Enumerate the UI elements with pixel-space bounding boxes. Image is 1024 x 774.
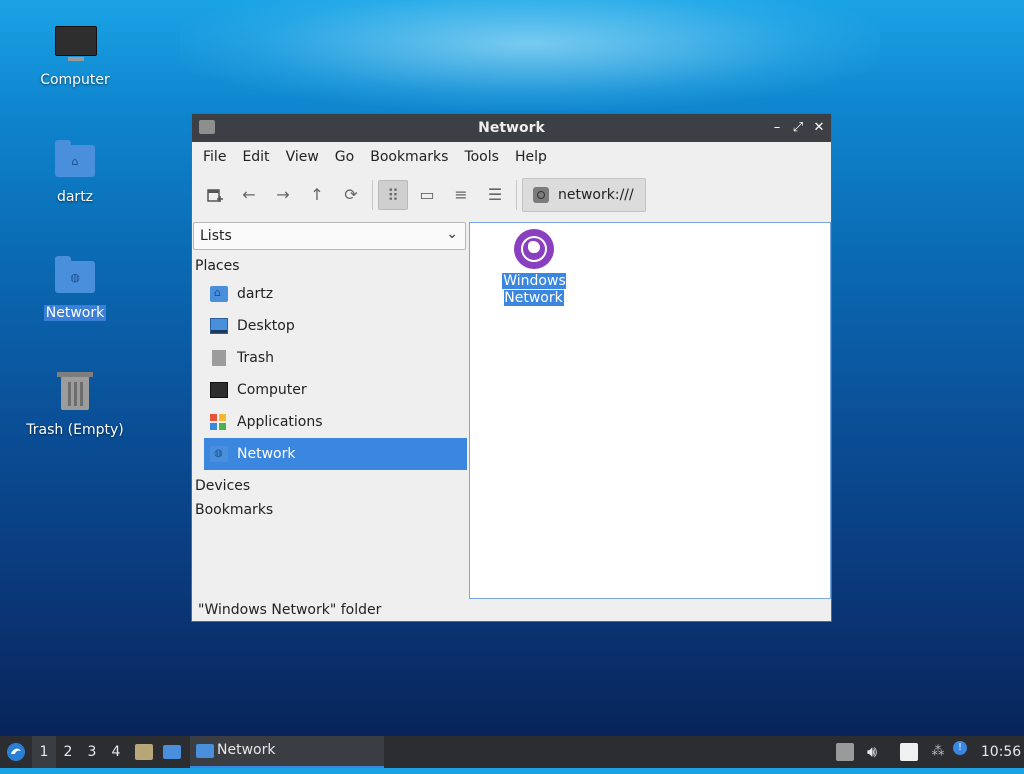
file-item[interactable]: Windows Network (501, 229, 567, 307)
taskbar-window-network[interactable]: Network (190, 736, 384, 768)
file-item-label: Windows Network (502, 273, 566, 306)
computer-icon (53, 22, 97, 66)
place-item-network[interactable]: Network (204, 438, 467, 470)
path-button[interactable]: network:/// (522, 178, 646, 212)
volume-icon[interactable]: 🔊︎ (860, 736, 884, 768)
desktop-2-button[interactable]: 2 (56, 736, 80, 768)
menu-help[interactable]: Help (507, 149, 555, 165)
home-folder-icon: ⌂ (53, 139, 97, 183)
new-tab-icon (207, 189, 223, 202)
place-label: dartz (237, 286, 274, 302)
window-titlebar[interactable]: Network – ⤢ ✕ (192, 114, 831, 142)
detailed-view-button[interactable]: ☰ (480, 180, 510, 210)
side-pane-mode-select[interactable]: Lists ⌄ (193, 222, 466, 250)
reload-button[interactable]: ⟳ (336, 180, 366, 210)
menu-go[interactable]: Go (327, 149, 362, 165)
clock[interactable]: 10:56 (980, 736, 1022, 768)
side-pane: Places dartz Desktop Trash Computer Appl… (192, 254, 468, 522)
place-item-computer[interactable]: Computer (204, 374, 467, 406)
file-manager-window: Network – ⤢ ✕ File Edit View Go Bookmark… (191, 113, 832, 622)
desktop-icon-home[interactable]: ⌂ dartz (20, 139, 130, 205)
up-button[interactable]: ↑ (302, 180, 332, 210)
trash-icon (212, 350, 226, 366)
compact-view-button[interactable]: ≡ (446, 180, 476, 210)
notification-icon[interactable]: ! (953, 741, 967, 755)
menu-tools[interactable]: Tools (456, 149, 507, 165)
network-folder-icon (210, 446, 228, 462)
menu-bar: File Edit View Go Bookmarks Tools Help (192, 142, 831, 172)
desktop-icon-label: Network (43, 305, 107, 321)
section-bookmarks[interactable]: Bookmarks (192, 498, 468, 522)
desktop-1-button[interactable]: 1 (32, 736, 56, 768)
menu-view[interactable]: View (278, 149, 327, 165)
folder-icon (196, 744, 214, 758)
maximize-button[interactable]: ⤢ (789, 119, 807, 137)
back-button[interactable]: ← (234, 180, 264, 210)
place-item-applications[interactable]: Applications (204, 406, 467, 438)
desktop-icon-trash[interactable]: Trash (Empty) (20, 372, 130, 438)
forward-button[interactable]: → (268, 180, 298, 210)
network-folder-icon: ◍ (53, 255, 97, 299)
trash-icon (53, 372, 97, 416)
place-label: Network (237, 446, 296, 462)
place-label: Desktop (237, 318, 295, 334)
wallpaper-light (180, 0, 880, 110)
applications-icon (210, 414, 228, 430)
lxqt-logo-icon (7, 743, 25, 761)
window-title: Network (478, 120, 545, 136)
place-label: Computer (237, 382, 307, 398)
globe-icon (514, 229, 554, 269)
new-tab-button[interactable] (200, 180, 230, 210)
file-manager-icon (135, 744, 153, 760)
status-bar-text: "Windows Network" folder (198, 602, 382, 618)
desktop-icon-label: Trash (Empty) (26, 422, 124, 438)
path-text: network:/// (558, 187, 634, 203)
section-places[interactable]: Places (192, 254, 468, 278)
section-devices[interactable]: Devices (192, 474, 468, 498)
taskbar: 1 2 3 4 Network 🔊︎ ⁂ ! 10:56 (0, 736, 1024, 768)
desktop-3-button[interactable]: 3 (80, 736, 104, 768)
folder-view[interactable]: Windows Network (469, 222, 831, 599)
desktop-icon-computer[interactable]: Computer (20, 22, 130, 88)
minimize-button[interactable]: – (768, 119, 786, 137)
thumbnail-view-button[interactable]: ▭ (412, 180, 442, 210)
show-desktop-button[interactable] (160, 736, 184, 768)
place-label: Applications (237, 414, 323, 430)
place-label: Trash (237, 350, 274, 366)
network-status-icon[interactable]: ⁂ (928, 736, 948, 768)
toolbar-separator (372, 180, 373, 210)
file-manager-launcher[interactable] (132, 736, 156, 768)
desktop-icon-network[interactable]: ◍ Network (20, 255, 130, 321)
desktop-4-button[interactable]: 4 (104, 736, 128, 768)
close-button[interactable]: ✕ (810, 119, 828, 137)
start-menu-button[interactable] (4, 736, 28, 768)
clipboard-icon[interactable] (900, 743, 918, 761)
taskbar-window-label: Network (217, 742, 276, 758)
desktop-icon-label: dartz (56, 189, 94, 205)
place-item-trash[interactable]: Trash (204, 342, 467, 374)
menu-file[interactable]: File (195, 149, 234, 165)
removable-media-icon[interactable] (836, 743, 854, 761)
home-folder-icon (210, 286, 228, 302)
toolbar-separator (516, 180, 517, 210)
side-pane-mode-value: Lists (200, 228, 232, 244)
menu-bookmarks[interactable]: Bookmarks (362, 149, 456, 165)
desktop-icon (210, 318, 228, 334)
chevron-down-icon: ⌄ (446, 226, 458, 242)
menu-edit[interactable]: Edit (234, 149, 277, 165)
network-path-icon (533, 187, 549, 203)
show-desktop-icon (163, 745, 181, 759)
computer-icon (210, 382, 228, 398)
desktop-icon-label: Computer (40, 72, 110, 88)
toolbar: ← → ↑ ⟳ ⠿ ▭ ≡ ☰ (192, 172, 831, 216)
icon-view-button[interactable]: ⠿ (378, 180, 408, 210)
place-item-desktop[interactable]: Desktop (204, 310, 467, 342)
place-item-home[interactable]: dartz (204, 278, 467, 310)
